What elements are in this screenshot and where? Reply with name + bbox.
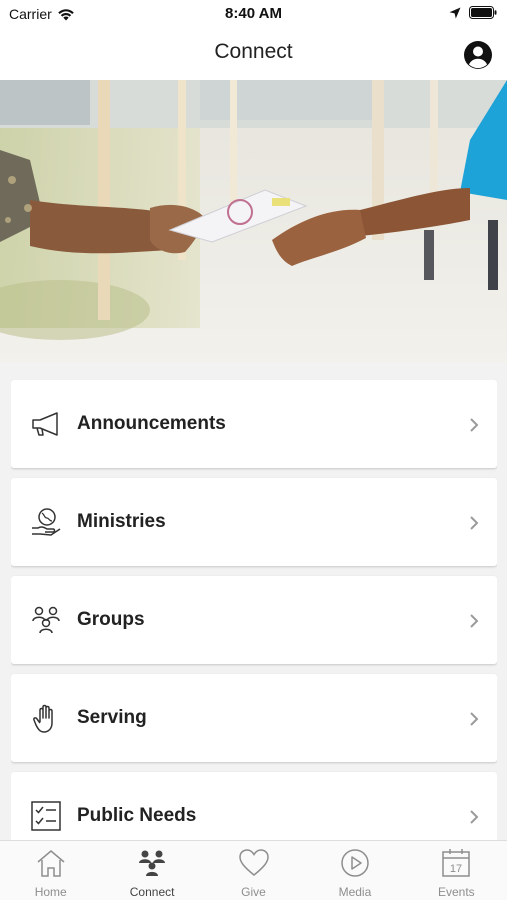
- tab-give[interactable]: Give: [203, 841, 304, 900]
- tab-label: Home: [34, 885, 67, 899]
- status-bar: Carrier 8:40 AM: [0, 0, 507, 28]
- connect-menu-list: Announcements Ministries Groups Serving …: [11, 380, 497, 840]
- battery-icon: [469, 6, 497, 19]
- menu-item-public-needs[interactable]: Public Needs: [11, 772, 497, 840]
- chevron-right-icon: [470, 516, 479, 530]
- home-icon: [37, 850, 65, 877]
- profile-icon[interactable]: [463, 40, 493, 70]
- hero-image: [0, 80, 507, 362]
- globe-hand-icon: [32, 508, 61, 536]
- tab-label: Media: [338, 885, 372, 899]
- menu-item-groups[interactable]: Groups: [11, 576, 497, 664]
- tab-connect[interactable]: Connect: [101, 841, 202, 900]
- chevron-right-icon: [470, 614, 479, 628]
- tab-label: Give: [241, 885, 266, 899]
- chevron-right-icon: [470, 712, 479, 726]
- play-icon: [341, 849, 369, 877]
- calendar-day: 17: [450, 863, 462, 875]
- checklist-icon: [31, 801, 61, 831]
- tab-home[interactable]: Home: [0, 841, 101, 900]
- menu-item-label: Serving: [77, 707, 147, 728]
- raised-hand-icon: [33, 704, 53, 733]
- megaphone-icon: [32, 412, 58, 436]
- chevron-right-icon: [470, 810, 479, 824]
- clock: 8:40 AM: [225, 5, 282, 22]
- tab-label: Connect: [129, 885, 175, 899]
- hero-photo: [0, 80, 507, 362]
- tab-events[interactable]: 17 Events: [406, 841, 507, 900]
- tab-bar: Home Connect Give Media 17 Events: [0, 840, 507, 900]
- heart-icon: [238, 849, 269, 876]
- menu-item-label: Groups: [77, 609, 145, 630]
- menu-item-label: Public Needs: [77, 805, 197, 826]
- page-title: Connect: [214, 40, 293, 63]
- navigation-bar: Connect: [0, 28, 507, 80]
- menu-item-announcements[interactable]: Announcements: [11, 380, 497, 468]
- connect-icon: [139, 850, 166, 876]
- tab-label: Events: [437, 885, 475, 899]
- location-arrow-icon: [449, 7, 461, 18]
- people-group-icon: [32, 606, 60, 634]
- calendar-icon: 17: [442, 849, 471, 877]
- menu-item-label: Announcements: [77, 413, 226, 434]
- menu-item-label: Ministries: [77, 511, 166, 532]
- chevron-right-icon: [470, 418, 479, 432]
- menu-item-ministries[interactable]: Ministries: [11, 478, 497, 566]
- tab-media[interactable]: Media: [304, 841, 405, 900]
- menu-item-serving[interactable]: Serving: [11, 674, 497, 762]
